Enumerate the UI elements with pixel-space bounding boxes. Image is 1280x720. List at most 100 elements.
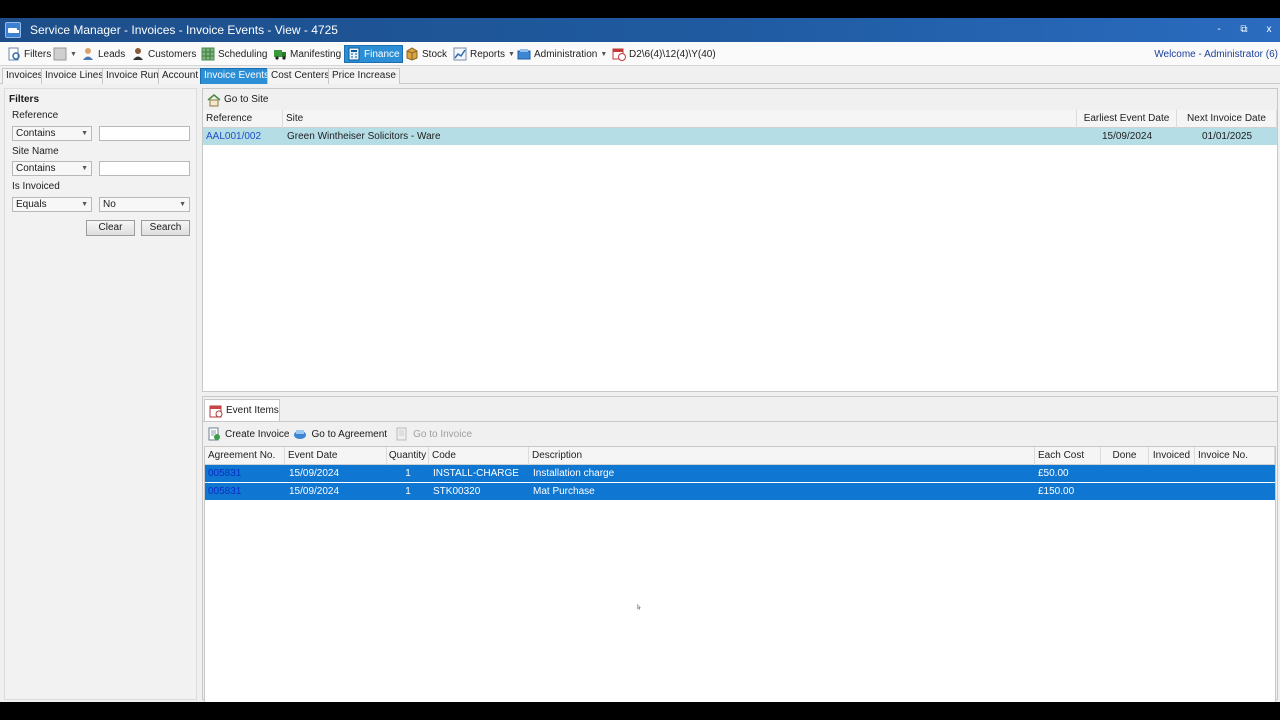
main-toolbar: Filters ▼ Leads Customers Scheduling Man… xyxy=(0,42,1280,66)
filter-page-icon xyxy=(7,47,21,61)
manifesting-button[interactable]: Manifesting xyxy=(271,45,343,63)
chart-icon xyxy=(453,47,467,61)
module-tabs: Invoices Invoice Lines Invoice Run Accou… xyxy=(0,67,1280,84)
col-done[interactable]: Done xyxy=(1101,447,1149,465)
customers-button[interactable]: Customers xyxy=(129,45,198,63)
administration-label: Administration xyxy=(534,48,598,60)
col-site[interactable]: Site xyxy=(283,110,1077,128)
home-icon xyxy=(207,93,221,107)
clear-button[interactable]: Clear xyxy=(86,220,135,236)
col-quantity[interactable]: Quantity xyxy=(387,447,429,465)
stock-button[interactable]: Stock xyxy=(403,45,449,63)
agreement-icon xyxy=(293,427,307,441)
go-to-site-button[interactable]: Go to Site xyxy=(224,94,268,105)
screen-bottom-border xyxy=(0,702,1280,720)
search-button[interactable]: Search xyxy=(141,220,190,236)
administration-chevron-icon: ▼ xyxy=(600,50,608,58)
quantity-cell: 1 xyxy=(405,468,411,479)
reference-operator-value: Contains xyxy=(16,128,56,139)
scheduling-button[interactable]: Scheduling xyxy=(199,45,269,63)
site-reference-link[interactable]: AAL001/002 xyxy=(203,128,283,145)
event-items-toolbar: Create Invoice Go to Agreement Go to Inv… xyxy=(207,425,472,443)
col-code[interactable]: Code xyxy=(429,447,529,465)
each-cost-cell: £50.00 xyxy=(1038,468,1069,479)
close-button[interactable]: x xyxy=(1259,22,1279,38)
events-grid-header: Agreement No. Event Date Quantity Code D… xyxy=(205,447,1275,465)
filters-header: Filters xyxy=(9,94,40,105)
title-bar: Service Manager - Invoices - Invoice Eve… xyxy=(0,18,1280,42)
chevron-down-icon: ▼ xyxy=(81,130,88,137)
col-agreement-no[interactable]: Agreement No. xyxy=(205,447,285,465)
col-earliest-event-date[interactable]: Earliest Event Date xyxy=(1077,110,1177,128)
next-invoice-cell: 01/01/2025 xyxy=(1201,131,1253,142)
invoiced-value: No xyxy=(103,199,116,210)
agreement-no-link[interactable]: 005831 xyxy=(205,465,285,482)
blank-square-icon xyxy=(53,47,67,61)
sites-panel: Go to Site Reference Site Earliest Event… xyxy=(202,88,1278,392)
table-row[interactable]: 005831 15/09/2024 1 STK00320 Mat Purchas… xyxy=(205,483,1275,500)
col-invoiced[interactable]: Invoiced xyxy=(1149,447,1195,465)
person-icon xyxy=(81,47,95,61)
tab-invoices[interactable]: Invoices xyxy=(2,68,47,84)
sites-grid-header: Reference Site Earliest Event Date Next … xyxy=(203,110,1277,128)
create-invoice-button[interactable]: Create Invoice xyxy=(225,429,289,440)
col-reference[interactable]: Reference xyxy=(203,110,283,128)
welcome-label: Welcome - Administrator (6) xyxy=(1154,49,1278,60)
is-invoiced-label: Is Invoiced xyxy=(12,181,60,192)
event-items-tab-label: Event Items xyxy=(226,405,279,416)
tab-invoice-lines[interactable]: Invoice Lines xyxy=(41,68,108,84)
go-to-invoice-button[interactable]: Go to Invoice xyxy=(413,429,472,440)
col-next-invoice-date[interactable]: Next Invoice Date xyxy=(1177,110,1277,128)
restore-button[interactable]: ⧉ xyxy=(1234,22,1254,38)
minimize-button[interactable]: - xyxy=(1209,22,1229,38)
table-row[interactable]: 005831 15/09/2024 1 INSTALL-CHARGE Insta… xyxy=(205,465,1275,482)
finance-button[interactable]: Finance xyxy=(344,45,403,63)
administration-button[interactable]: Administration ▼ xyxy=(515,45,609,63)
go-to-agreement-button[interactable]: Go to Agreement xyxy=(311,429,387,440)
invoiced-value-select[interactable]: No ▼ xyxy=(99,197,190,212)
tab-event-items[interactable]: Event Items xyxy=(204,399,280,421)
window-title: Service Manager - Invoices - Invoice Eve… xyxy=(30,23,338,37)
reference-input[interactable] xyxy=(99,126,190,141)
tab-invoice-events[interactable]: Invoice Events xyxy=(200,68,274,84)
table-row[interactable]: AAL001/002 Green Wintheiser Solicitors -… xyxy=(203,128,1277,145)
filters-button[interactable]: Filters xyxy=(5,45,53,63)
code-cell: STK00320 xyxy=(433,486,481,497)
customers-label: Customers xyxy=(148,48,197,60)
manifesting-label: Manifesting xyxy=(290,48,342,60)
chevron-down-icon: ▼ xyxy=(81,201,88,208)
col-invoice-no[interactable]: Invoice No. xyxy=(1195,447,1275,465)
reports-button[interactable]: Reports ▼ xyxy=(451,45,517,63)
invoiced-operator-select[interactable]: Equals ▼ xyxy=(12,197,92,212)
description-cell: Installation charge xyxy=(533,468,615,479)
view-selector-button[interactable]: ▼ xyxy=(51,45,79,63)
tab-price-increase[interactable]: Price Increase xyxy=(328,68,400,84)
customer-person-icon xyxy=(131,47,145,61)
reference-operator-select[interactable]: Contains ▼ xyxy=(12,126,92,141)
tab-account[interactable]: Account xyxy=(158,68,203,84)
leads-button[interactable]: Leads xyxy=(79,45,127,63)
sites-toolbar: Go to Site xyxy=(203,89,1277,110)
calendar-grid-icon xyxy=(201,47,215,61)
each-cost-cell: £150.00 xyxy=(1038,486,1075,497)
reports-chevron-icon: ▼ xyxy=(508,50,515,58)
mouse-cursor-icon xyxy=(637,604,641,610)
calculator-icon xyxy=(347,47,361,61)
tab-cost-centers[interactable]: Cost Centers xyxy=(267,68,334,84)
earliest-event-cell: 15/09/2024 xyxy=(1101,131,1153,142)
event-date-cell: 15/09/2024 xyxy=(289,468,340,479)
site-name-input[interactable] xyxy=(99,161,190,176)
agreement-no-link[interactable]: 005831 xyxy=(205,483,285,500)
event-items-grid: Agreement No. Event Date Quantity Code D… xyxy=(204,446,1276,703)
col-event-date[interactable]: Event Date xyxy=(285,447,387,465)
tab-invoice-run[interactable]: Invoice Run xyxy=(102,68,163,84)
col-each-cost[interactable]: Each Cost xyxy=(1035,447,1101,465)
filters-label: Filters xyxy=(24,48,52,60)
event-items-content: Create Invoice Go to Agreement Go to Inv… xyxy=(203,421,1277,703)
date-format-button[interactable]: D2\6(4)\12(4)\Y(40) xyxy=(610,45,718,63)
finance-label: Finance xyxy=(364,48,400,60)
app-window: Service Manager - Invoices - Invoice Eve… xyxy=(0,18,1280,703)
site-operator-select[interactable]: Contains ▼ xyxy=(12,161,92,176)
col-description[interactable]: Description xyxy=(529,447,1035,465)
invoice-add-icon xyxy=(207,427,221,441)
